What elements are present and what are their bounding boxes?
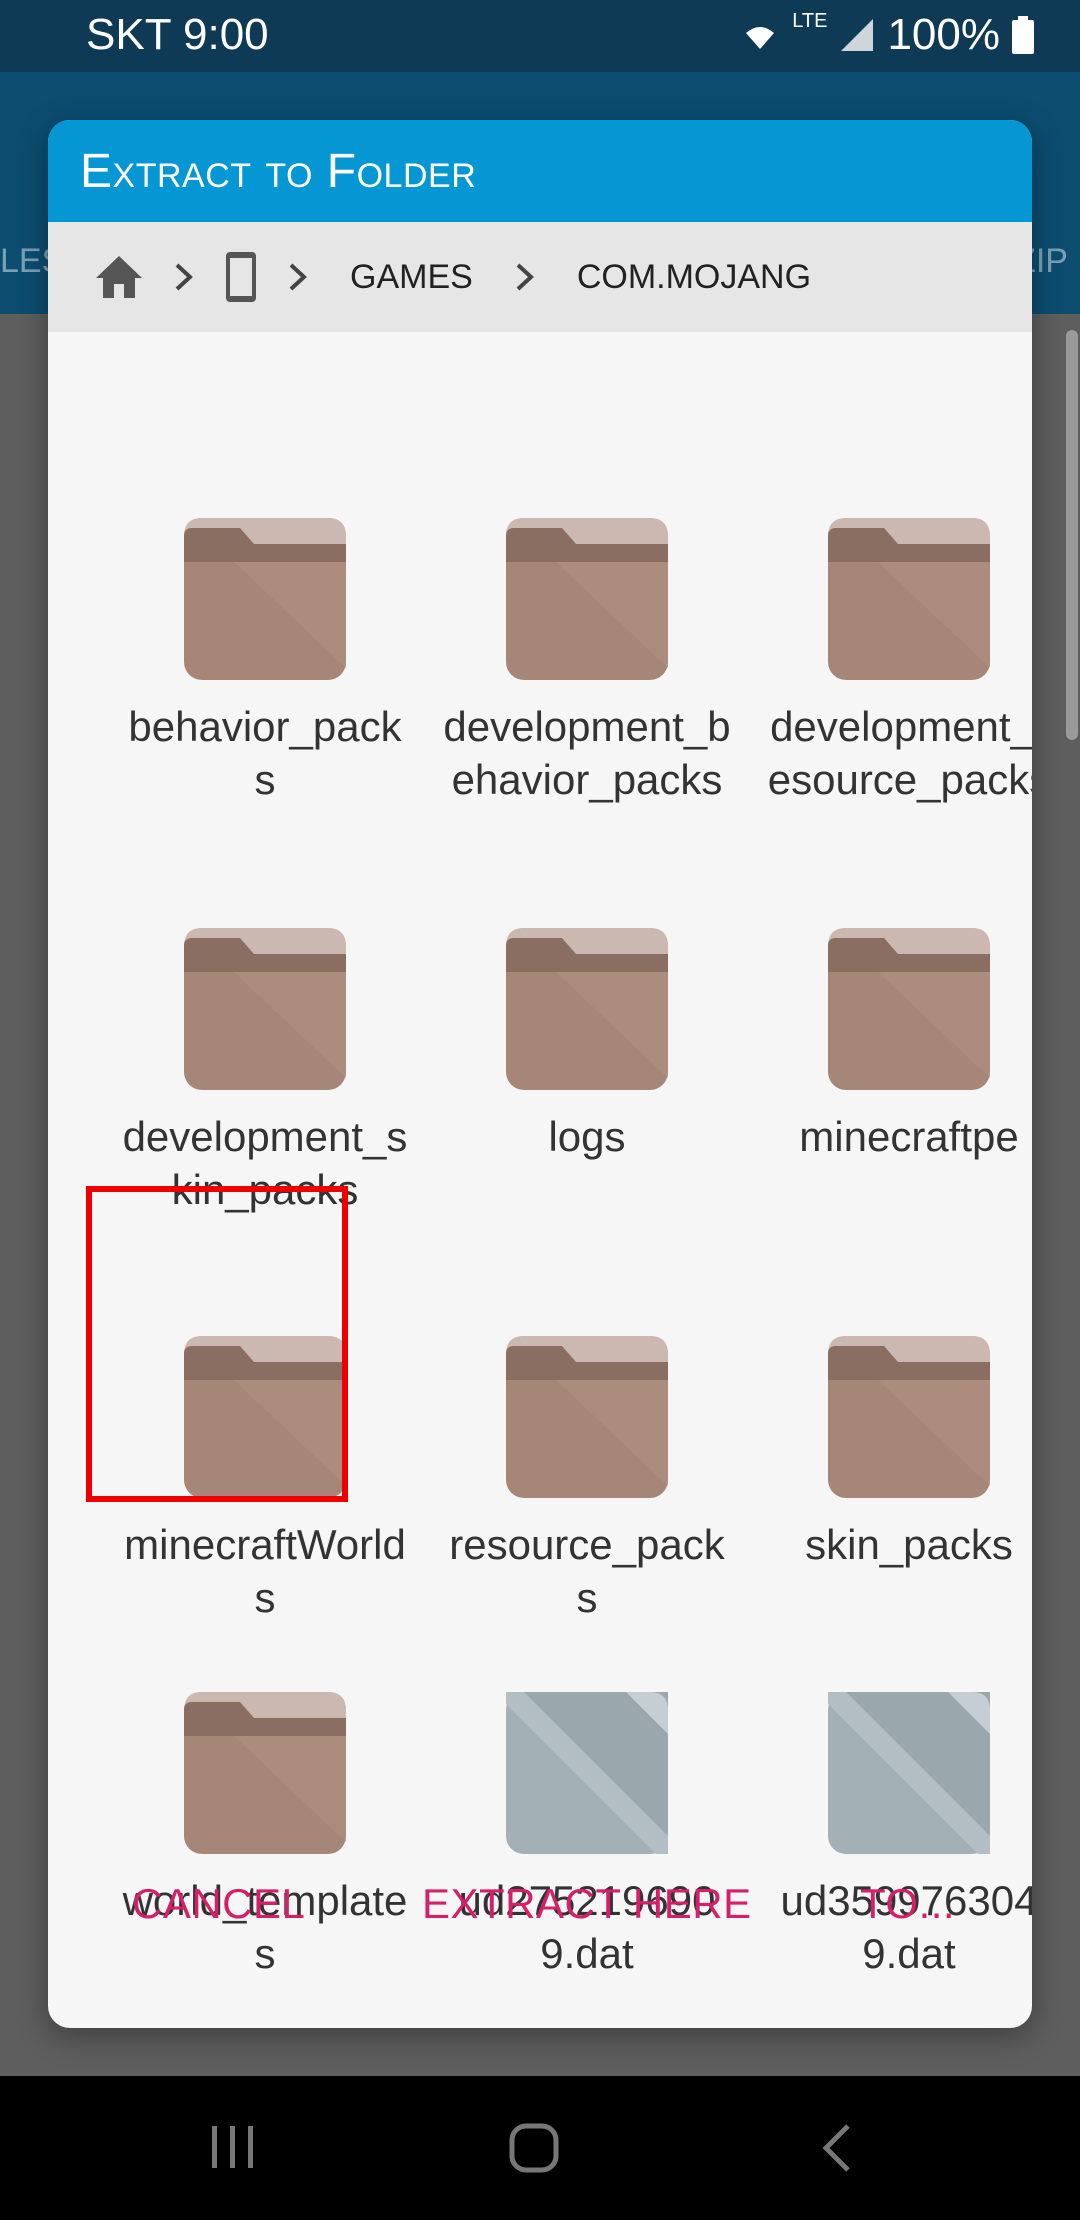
folder-item-skin-packs[interactable]: skin_packs — [759, 1336, 1032, 1571]
status-bar: SKT 9:00 LTE 100% — [0, 0, 1080, 72]
chevron-right-icon — [289, 263, 307, 291]
extract-to-button[interactable]: TO... — [860, 1880, 955, 1928]
folder-item-resource-packs[interactable]: resource_packs — [437, 1336, 737, 1624]
folder-icon — [828, 518, 990, 680]
phone-storage-icon[interactable] — [224, 250, 258, 304]
breadcrumb-games[interactable]: GAMES — [350, 258, 473, 297]
item-label: skin_packs — [805, 1521, 1013, 1568]
background-scrollbar — [1066, 330, 1078, 740]
folder-item-development-skin-packs[interactable]: development_skin_packs — [115, 928, 415, 1216]
extract-dialog: Extract to Folder GAMES COM.MOJANG behav… — [48, 120, 1032, 2028]
folder-item-development-resource-packs[interactable]: development_resource_packs — [759, 518, 1032, 806]
item-label: minecraftWorlds — [124, 1521, 406, 1621]
folder-item-logs[interactable]: logs — [437, 928, 737, 1163]
file-icon — [828, 1692, 990, 1854]
network-type: LTE — [792, 9, 828, 32]
item-label: development_resource_packs — [767, 703, 1032, 803]
folder-item-minecraftpe[interactable]: minecraftpe — [759, 928, 1032, 1163]
folder-icon — [506, 518, 668, 680]
folder-icon — [828, 1336, 990, 1498]
item-label: minecraftpe — [799, 1113, 1019, 1160]
item-label: resource_packs — [449, 1521, 725, 1621]
back-icon[interactable] — [820, 2122, 854, 2174]
selection-highlight — [86, 1186, 348, 1502]
extract-here-button[interactable]: EXTRACT HERE — [422, 1880, 752, 1928]
status-time: SKT 9:00 — [86, 10, 269, 59]
folder-icon — [506, 928, 668, 1090]
home-icon[interactable] — [94, 254, 144, 300]
folder-icon — [184, 928, 346, 1090]
breadcrumb-com-mojang[interactable]: COM.MOJANG — [577, 258, 811, 297]
file-icon — [506, 1692, 668, 1854]
home-button-icon[interactable] — [508, 2122, 560, 2174]
dialog-title: Extract to Folder — [48, 120, 1032, 222]
signal-icon — [841, 19, 874, 51]
cancel-button[interactable]: CANCEL — [132, 1880, 305, 1928]
folder-item-development-behavior-packs[interactable]: development_behavior_packs — [437, 518, 737, 806]
breadcrumb: GAMES COM.MOJANG — [48, 222, 1032, 332]
folder-icon — [828, 928, 990, 1090]
folder-icon — [184, 1692, 346, 1854]
wifi-icon — [746, 27, 775, 49]
chevron-right-icon — [516, 263, 534, 291]
item-label: logs — [548, 1113, 626, 1160]
battery-percent: 100% — [887, 10, 1000, 59]
item-label: behavior_packs — [128, 703, 402, 803]
chevron-right-icon — [175, 263, 193, 291]
dialog-actions: CANCEL EXTRACT HERE TO... — [48, 1880, 1032, 1980]
folder-item-behavior-packs[interactable]: behavior_packs — [115, 518, 415, 806]
folder-icon — [184, 518, 346, 680]
battery-icon — [1012, 16, 1034, 54]
item-label: development_behavior_packs — [443, 703, 731, 803]
folder-icon — [506, 1336, 668, 1498]
recent-apps-icon[interactable] — [210, 2124, 256, 2170]
navigation-bar — [0, 2076, 1080, 2220]
status-icons: LTE 100% — [740, 10, 1034, 60]
